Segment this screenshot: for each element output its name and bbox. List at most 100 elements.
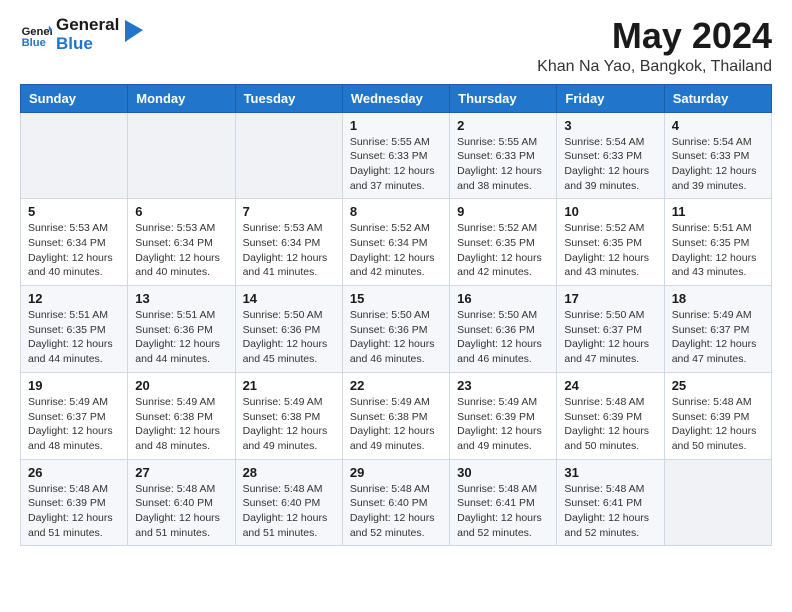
day-header-monday: Monday	[128, 84, 235, 112]
svg-text:General: General	[22, 26, 52, 38]
day-info: Sunrise: 5:48 AMSunset: 6:41 PMDaylight:…	[457, 482, 549, 541]
calendar-cell: 1 Sunrise: 5:55 AMSunset: 6:33 PMDaylight…	[342, 112, 449, 199]
calendar-cell: 28 Sunrise: 5:48 AMSunset: 6:40 PMDayligh…	[235, 459, 342, 546]
day-header-friday: Friday	[557, 84, 664, 112]
day-info: Sunrise: 5:49 AMSunset: 6:38 PMDaylight:…	[350, 395, 442, 454]
day-number: 12	[28, 291, 120, 306]
logo: General Blue General Blue	[20, 16, 143, 53]
day-number: 23	[457, 378, 549, 393]
header: General Blue General Blue May 2024 Khan …	[20, 16, 772, 76]
day-number: 19	[28, 378, 120, 393]
day-header-wednesday: Wednesday	[342, 84, 449, 112]
day-info: Sunrise: 5:49 AMSunset: 6:37 PMDaylight:…	[672, 308, 764, 367]
day-info: Sunrise: 5:49 AMSunset: 6:38 PMDaylight:…	[243, 395, 335, 454]
calendar-cell: 14 Sunrise: 5:50 AMSunset: 6:36 PMDayligh…	[235, 286, 342, 373]
day-header-tuesday: Tuesday	[235, 84, 342, 112]
day-number: 28	[243, 465, 335, 480]
day-number: 26	[28, 465, 120, 480]
calendar-cell: 11Sunrise: 5:51 AMSunset: 6:35 PMDayligh…	[664, 199, 771, 286]
day-number: 17	[564, 291, 656, 306]
day-info: Sunrise: 5:54 AMSunset: 6:33 PMDaylight:…	[564, 135, 656, 194]
day-info: Sunrise: 5:50 AMSunset: 6:37 PMDaylight:…	[564, 308, 656, 367]
svg-text:Blue: Blue	[22, 37, 46, 49]
calendar-cell: 31 Sunrise: 5:48 AMSunset: 6:41 PMDayligh…	[557, 459, 664, 546]
day-number: 30	[457, 465, 549, 480]
day-info: Sunrise: 5:48 AMSunset: 6:41 PMDaylight:…	[564, 482, 656, 541]
calendar-cell: 2Sunrise: 5:55 AMSunset: 6:33 PMDaylight…	[450, 112, 557, 199]
calendar-table: SundayMondayTuesdayWednesdayThursdayFrid…	[20, 84, 772, 547]
calendar-cell: 24Sunrise: 5:48 AMSunset: 6:39 PMDayligh…	[557, 372, 664, 459]
day-header-sunday: Sunday	[21, 84, 128, 112]
day-info: Sunrise: 5:51 AMSunset: 6:35 PMDaylight:…	[28, 308, 120, 367]
day-number: 27	[135, 465, 227, 480]
calendar-cell: 6 Sunrise: 5:53 AMSunset: 6:34 PMDaylight…	[128, 199, 235, 286]
day-info: Sunrise: 5:48 AMSunset: 6:39 PMDaylight:…	[672, 395, 764, 454]
calendar-cell: 30 Sunrise: 5:48 AMSunset: 6:41 PMDayligh…	[450, 459, 557, 546]
calendar-cell: 15 Sunrise: 5:50 AMSunset: 6:36 PMDayligh…	[342, 286, 449, 373]
calendar-cell: 27 Sunrise: 5:48 AMSunset: 6:40 PMDayligh…	[128, 459, 235, 546]
day-info: Sunrise: 5:53 AMSunset: 6:34 PMDaylight:…	[135, 221, 227, 280]
day-info: Sunrise: 5:48 AMSunset: 6:39 PMDaylight:…	[564, 395, 656, 454]
day-number: 1	[350, 118, 442, 133]
page: General Blue General Blue May 2024 Khan …	[0, 0, 792, 612]
day-number: 10	[564, 204, 656, 219]
calendar-cell: 21 Sunrise: 5:49 AMSunset: 6:38 PMDayligh…	[235, 372, 342, 459]
day-info: Sunrise: 5:48 AMSunset: 6:40 PMDaylight:…	[243, 482, 335, 541]
day-number: 21	[243, 378, 335, 393]
day-header-thursday: Thursday	[450, 84, 557, 112]
calendar-cell	[128, 112, 235, 199]
day-number: 20	[135, 378, 227, 393]
calendar-week-row: 5 Sunrise: 5:53 AMSunset: 6:34 PMDaylight…	[21, 199, 772, 286]
day-number: 31	[564, 465, 656, 480]
day-header-saturday: Saturday	[664, 84, 771, 112]
calendar-cell: 8Sunrise: 5:52 AMSunset: 6:34 PMDaylight…	[342, 199, 449, 286]
calendar-cell: 26Sunrise: 5:48 AMSunset: 6:39 PMDayligh…	[21, 459, 128, 546]
calendar-week-row: 26Sunrise: 5:48 AMSunset: 6:39 PMDayligh…	[21, 459, 772, 546]
day-info: Sunrise: 5:53 AMSunset: 6:34 PMDaylight:…	[28, 221, 120, 280]
calendar-cell: 29 Sunrise: 5:48 AMSunset: 6:40 PMDayligh…	[342, 459, 449, 546]
day-info: Sunrise: 5:48 AMSunset: 6:40 PMDaylight:…	[135, 482, 227, 541]
day-info: Sunrise: 5:48 AMSunset: 6:40 PMDaylight:…	[350, 482, 442, 541]
calendar-cell: 3 Sunrise: 5:54 AMSunset: 6:33 PMDaylight…	[557, 112, 664, 199]
day-number: 5	[28, 204, 120, 219]
calendar-week-row: 12 Sunrise: 5:51 AMSunset: 6:35 PMDayligh…	[21, 286, 772, 373]
day-info: Sunrise: 5:52 AMSunset: 6:35 PMDaylight:…	[457, 221, 549, 280]
day-info: Sunrise: 5:49 AMSunset: 6:39 PMDaylight:…	[457, 395, 549, 454]
day-number: 13	[135, 291, 227, 306]
calendar-cell: 22 Sunrise: 5:49 AMSunset: 6:38 PMDayligh…	[342, 372, 449, 459]
day-number: 22	[350, 378, 442, 393]
day-number: 16	[457, 291, 549, 306]
calendar-cell: 4 Sunrise: 5:54 AMSunset: 6:33 PMDaylight…	[664, 112, 771, 199]
logo-blue: Blue	[56, 35, 119, 54]
logo-triangle-icon	[125, 20, 143, 42]
calendar-cell: 17 Sunrise: 5:50 AMSunset: 6:37 PMDayligh…	[557, 286, 664, 373]
day-info: Sunrise: 5:55 AMSunset: 6:33 PMDaylight:…	[350, 135, 442, 194]
calendar-cell	[664, 459, 771, 546]
calendar-week-row: 1 Sunrise: 5:55 AMSunset: 6:33 PMDaylight…	[21, 112, 772, 199]
day-number: 14	[243, 291, 335, 306]
day-number: 11	[672, 204, 764, 219]
day-info: Sunrise: 5:52 AMSunset: 6:35 PMDaylight:…	[564, 221, 656, 280]
calendar-cell: 9 Sunrise: 5:52 AMSunset: 6:35 PMDaylight…	[450, 199, 557, 286]
calendar-cell: 7Sunrise: 5:53 AMSunset: 6:34 PMDaylight…	[235, 199, 342, 286]
calendar-cell: 12 Sunrise: 5:51 AMSunset: 6:35 PMDayligh…	[21, 286, 128, 373]
day-info: Sunrise: 5:50 AMSunset: 6:36 PMDaylight:…	[457, 308, 549, 367]
day-number: 2	[457, 118, 549, 133]
day-number: 15	[350, 291, 442, 306]
day-info: Sunrise: 5:53 AMSunset: 6:34 PMDaylight:…	[243, 221, 335, 280]
day-number: 4	[672, 118, 764, 133]
calendar-cell: 25 Sunrise: 5:48 AMSunset: 6:39 PMDayligh…	[664, 372, 771, 459]
day-info: Sunrise: 5:54 AMSunset: 6:33 PMDaylight:…	[672, 135, 764, 194]
day-info: Sunrise: 5:51 AMSunset: 6:36 PMDaylight:…	[135, 308, 227, 367]
day-number: 6	[135, 204, 227, 219]
day-number: 25	[672, 378, 764, 393]
calendar-cell: 16 Sunrise: 5:50 AMSunset: 6:36 PMDayligh…	[450, 286, 557, 373]
day-number: 29	[350, 465, 442, 480]
day-number: 9	[457, 204, 549, 219]
day-info: Sunrise: 5:50 AMSunset: 6:36 PMDaylight:…	[350, 308, 442, 367]
calendar-cell: 5 Sunrise: 5:53 AMSunset: 6:34 PMDaylight…	[21, 199, 128, 286]
calendar-cell: 23 Sunrise: 5:49 AMSunset: 6:39 PMDayligh…	[450, 372, 557, 459]
day-number: 3	[564, 118, 656, 133]
day-info: Sunrise: 5:50 AMSunset: 6:36 PMDaylight:…	[243, 308, 335, 367]
day-info: Sunrise: 5:49 AMSunset: 6:37 PMDaylight:…	[28, 395, 120, 454]
